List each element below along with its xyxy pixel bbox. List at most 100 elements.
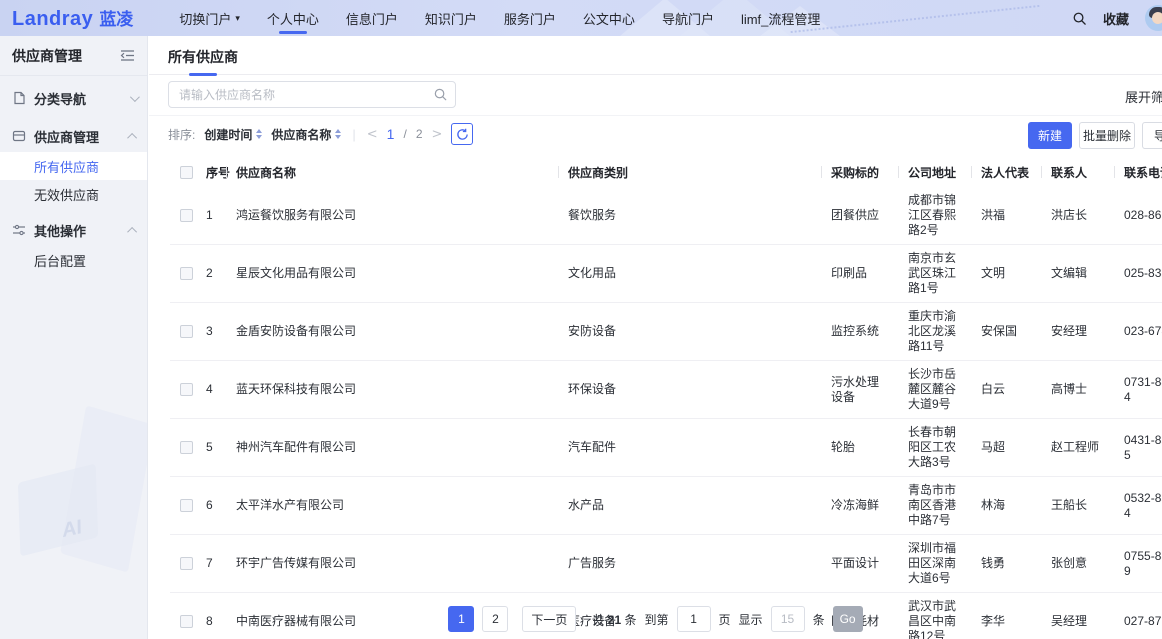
- sidebar-title: 供应商管理: [12, 46, 82, 66]
- nav-item-info-portal[interactable]: 信息门户: [346, 0, 398, 36]
- row-checkbox[interactable]: [180, 441, 193, 454]
- page-button-2[interactable]: 2: [482, 606, 508, 632]
- search-icon[interactable]: [433, 87, 448, 102]
- cell-category: 文化用品: [558, 245, 821, 303]
- cell-purchase-target: 污水处理设备: [821, 361, 898, 419]
- batch-delete-button[interactable]: 批量删除: [1079, 122, 1135, 149]
- sidebar-item-invalid-suppliers[interactable]: 无效供应商: [0, 180, 147, 208]
- menu-fold-icon[interactable]: [120, 49, 135, 62]
- sidebar-group-supplier-mgmt[interactable]: 供应商管理: [0, 120, 147, 152]
- cell-phone: 0532-85761234: [1114, 477, 1162, 535]
- sidebar: 供应商管理 分类导航 供应商管理 所有供应商 无效供应商: [0, 36, 148, 639]
- tab-all-suppliers[interactable]: 所有供应商: [168, 47, 238, 67]
- table-row[interactable]: 6 太平洋水产有限公司 水产品 冷冻海鲜 青岛市市南区香港中路7号 林海 王船长…: [170, 477, 1162, 535]
- next-page-button[interactable]: 下一页: [522, 606, 576, 632]
- cell-supplier-name[interactable]: 太平洋水产有限公司: [226, 477, 558, 535]
- page-size-input[interactable]: [771, 606, 805, 632]
- logo-text-cn: 蓝凌: [99, 5, 133, 30]
- cell-supplier-name[interactable]: 神州汽车配件有限公司: [226, 419, 558, 477]
- cell-no: 5: [196, 419, 226, 477]
- sidebar-item-backend-config[interactable]: 后台配置: [0, 246, 147, 274]
- supplier-table: 序号 供应商名称 供应商类别 采购标的 公司地址 法人代表 联系人 联系电话 1…: [170, 157, 1162, 639]
- top-bar: Landray 蓝凌 切换门户 ▾ 个人中心 信息门户 知识门户 服务门户 公文…: [0, 0, 1162, 36]
- cell-category: 安防设备: [558, 303, 821, 361]
- cell-contact: 洪店长: [1041, 187, 1114, 245]
- tab-bar: 所有供应商: [149, 36, 1162, 75]
- cell-contact: 安经理: [1041, 303, 1114, 361]
- cell-legal-rep: 文明: [971, 245, 1041, 303]
- cell-address: 青岛市市南区香港中路7号: [898, 477, 971, 535]
- sidebar-header: 供应商管理: [0, 36, 147, 76]
- nav-item-nav-portal[interactable]: 导航门户: [662, 0, 714, 36]
- page-button-1[interactable]: 1: [448, 606, 474, 632]
- row-checkbox[interactable]: [180, 209, 193, 222]
- nav-item-personal-center[interactable]: 个人中心: [267, 0, 319, 36]
- row-checkbox[interactable]: [180, 267, 193, 280]
- table-row[interactable]: 4 蓝天环保科技有限公司 环保设备 污水处理设备 长沙市岳麓区麓谷大道9号 白云…: [170, 361, 1162, 419]
- top-navigation: 切换门户 ▾ 个人中心 信息门户 知识门户 服务门户 公文中心 导航门户 lim…: [179, 0, 820, 36]
- nav-item-knowledge-portal[interactable]: 知识门户: [425, 0, 477, 36]
- favorites-button[interactable]: 收藏: [1103, 9, 1129, 28]
- row-checkbox[interactable]: [180, 499, 193, 512]
- row-checkbox[interactable]: [180, 557, 193, 570]
- landray-logo: Landray 蓝凌: [12, 5, 133, 31]
- cell-supplier-name[interactable]: 星辰文化用品有限公司: [226, 245, 558, 303]
- cell-address: 长沙市岳麓区麓谷大道9号: [898, 361, 971, 419]
- nav-item-switch-portal[interactable]: 切换门户 ▾: [179, 0, 240, 36]
- go-button[interactable]: Go: [833, 606, 863, 632]
- table-row[interactable]: 7 环宇广告传媒有限公司 广告服务 平面设计 深圳市福田区深南大道6号 钱勇 张…: [170, 535, 1162, 593]
- goto-page-input[interactable]: [677, 606, 711, 632]
- unit-word: 条: [813, 611, 825, 628]
- cell-phone: 028-86678901: [1114, 187, 1162, 245]
- table-row[interactable]: 2 星辰文化用品有限公司 文化用品 印刷品 南京市玄武区珠江路1号 文明 文编辑…: [170, 245, 1162, 303]
- cell-legal-rep: 林海: [971, 477, 1041, 535]
- sidebar-item-all-suppliers[interactable]: 所有供应商: [0, 152, 147, 180]
- cell-supplier-name[interactable]: 鸿运餐饮服务有限公司: [226, 187, 558, 245]
- cell-category: 水产品: [558, 477, 821, 535]
- expand-filter-button[interactable]: 展开筛选: [1125, 87, 1162, 106]
- table-header-row: 序号 供应商名称 供应商类别 采购标的 公司地址 法人代表 联系人 联系电话: [170, 157, 1162, 187]
- toolbar: 新建 批量删除 导入: [149, 122, 1162, 149]
- cell-contact: 赵工程师: [1041, 419, 1114, 477]
- cell-address: 深圳市福田区深南大道6号: [898, 535, 971, 593]
- search-input[interactable]: [168, 81, 456, 108]
- main-content: 所有供应商 展开筛选 排序: 创建时间 供应商名称 | < 1 / 2 >: [149, 36, 1162, 639]
- chevron-down-icon: [130, 92, 140, 102]
- cell-no: 6: [196, 477, 226, 535]
- cell-supplier-name[interactable]: 蓝天环保科技有限公司: [226, 361, 558, 419]
- cell-supplier-name[interactable]: 金盾安防设备有限公司: [226, 303, 558, 361]
- user-avatar[interactable]: [1145, 5, 1162, 31]
- col-legal-rep: 法人代表: [971, 157, 1041, 187]
- cell-category: 餐饮服务: [558, 187, 821, 245]
- nav-label: limf_流程管理: [741, 9, 820, 28]
- nav-label: 切换门户: [179, 9, 231, 28]
- nav-item-service-portal[interactable]: 服务门户: [504, 0, 556, 36]
- table-row[interactable]: 3 金盾安防设备有限公司 安防设备 监控系统 重庆市渝北区龙溪路11号 安保国 …: [170, 303, 1162, 361]
- cell-supplier-name[interactable]: 环宇广告传媒有限公司: [226, 535, 558, 593]
- sidebar-group-category-nav[interactable]: 分类导航: [0, 82, 147, 114]
- search-icon[interactable]: [1072, 11, 1087, 26]
- sidebar-group-other-ops[interactable]: 其他操作: [0, 214, 147, 246]
- table-row[interactable]: 5 神州汽车配件有限公司 汽车配件 轮胎 长春市朝阳区工农大路3号 马超 赵工程…: [170, 419, 1162, 477]
- sliders-icon: [12, 223, 26, 237]
- pagination-footer: 1 2 下一页 共 21 条 到第 页 显示 条 Go: [149, 604, 1162, 634]
- nav-item-document-center[interactable]: 公文中心: [583, 0, 635, 36]
- cell-purchase-target: 轮胎: [821, 419, 898, 477]
- nav-label: 信息门户: [346, 9, 398, 28]
- table-row[interactable]: 1 鸿运餐饮服务有限公司 餐饮服务 团餐供应 成都市锦江区春熙路2号 洪福 洪店…: [170, 187, 1162, 245]
- sidebar-watermark: AI: [0, 426, 148, 636]
- row-checkbox[interactable]: [180, 325, 193, 338]
- import-button[interactable]: 导入: [1142, 122, 1162, 149]
- nav-item-limf-process[interactable]: limf_流程管理: [741, 0, 820, 36]
- col-address: 公司地址: [898, 157, 971, 187]
- show-label: 显示: [739, 611, 763, 628]
- cell-address: 重庆市渝北区龙溪路11号: [898, 303, 971, 361]
- document-icon: [12, 91, 26, 105]
- select-all-checkbox[interactable]: [180, 166, 193, 179]
- cell-phone: 0755-83456789: [1114, 535, 1162, 593]
- sidebar-group-label: 供应商管理: [34, 127, 130, 146]
- row-checkbox[interactable]: [180, 383, 193, 396]
- sidebar-group-label: 分类导航: [34, 89, 130, 108]
- sidebar-group-label: 其他操作: [34, 221, 130, 240]
- new-button[interactable]: 新建: [1028, 122, 1072, 149]
